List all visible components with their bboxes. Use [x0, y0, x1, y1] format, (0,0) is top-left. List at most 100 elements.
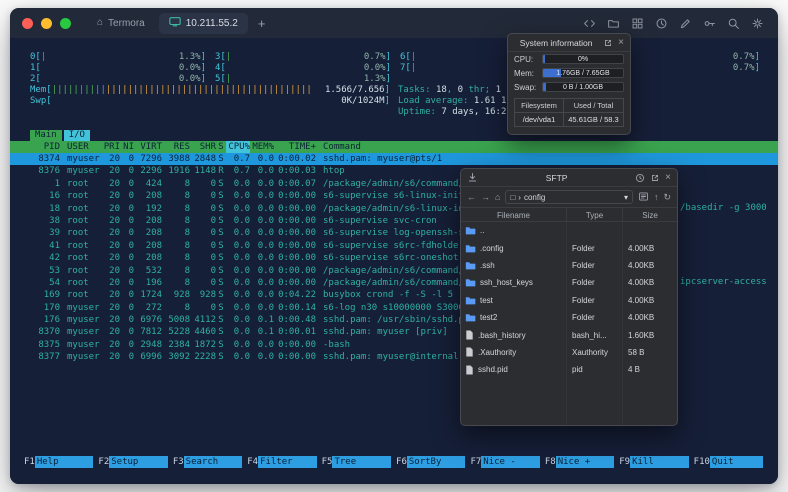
- column-header-ni[interactable]: NI: [120, 141, 134, 153]
- file-row[interactable]: test2Folder4.00KB: [461, 309, 677, 326]
- panel-title: System information: [514, 38, 598, 48]
- column-header-cpu[interactable]: CPU%: [226, 141, 250, 153]
- cell-time: 0:00.00: [274, 277, 316, 289]
- file-size-cell: 4.00KB: [623, 239, 677, 256]
- fkey-f8[interactable]: F8Nice +: [545, 456, 619, 468]
- home-icon[interactable]: ⌂: [495, 192, 500, 202]
- cell-user: myuser: [60, 339, 102, 351]
- cell-mem: 0.0: [250, 165, 274, 177]
- parent-directory-icon[interactable]: ↑: [654, 192, 659, 202]
- forward-icon[interactable]: →: [481, 192, 490, 202]
- close-icon[interactable]: ×: [618, 38, 624, 48]
- fkey-f6[interactable]: F6SortBy: [396, 456, 470, 468]
- grid-icon[interactable]: [631, 17, 644, 30]
- cell-cpu: 0.0: [226, 265, 250, 277]
- fkey-f9[interactable]: F9Kill: [619, 456, 693, 468]
- terminal-icon: [169, 16, 181, 30]
- cell-virt: 208: [134, 190, 162, 202]
- column-header-command[interactable]: Command: [316, 141, 778, 153]
- column-header-s[interactable]: S: [216, 141, 226, 153]
- folder-icon[interactable]: [607, 17, 620, 30]
- cell-s: S: [216, 215, 226, 227]
- file-row[interactable]: testFolder4.00KB: [461, 292, 677, 309]
- close-icon[interactable]: ×: [665, 173, 671, 183]
- cell-virt: 208: [134, 252, 162, 264]
- fkey-f2[interactable]: F2Setup: [98, 456, 172, 468]
- cell-user: root: [60, 203, 102, 215]
- file-row[interactable]: sshd.pidpid4 B: [461, 361, 677, 378]
- edit-icon[interactable]: [679, 17, 692, 30]
- zoom-window-button[interactable]: [60, 18, 71, 29]
- file-name-cell: test2: [461, 309, 567, 326]
- column-header-user[interactable]: USER: [60, 141, 102, 153]
- search-icon[interactable]: [727, 17, 740, 30]
- column-header-time[interactable]: TIME+: [274, 141, 316, 153]
- cell-s: S: [216, 289, 226, 301]
- refresh-icon[interactable]: ↻: [663, 192, 671, 203]
- cell-pid: 41: [26, 240, 60, 252]
- column-header-virt[interactable]: VIRT: [134, 141, 162, 153]
- fkey-f5[interactable]: F5Tree: [322, 456, 396, 468]
- panel-toggle-icon[interactable]: [638, 191, 649, 204]
- column-header-pri[interactable]: PRI: [102, 141, 120, 153]
- new-tab-button[interactable]: +: [252, 16, 272, 31]
- filesystem-row[interactable]: /dev/vda1 45.61GB / 58.3: [515, 113, 623, 126]
- fkey-f7[interactable]: F7Nice -: [470, 456, 544, 468]
- file-row[interactable]: .sshFolder4.00KB: [461, 257, 677, 274]
- file-row[interactable]: ..: [461, 222, 677, 239]
- process-table-header[interactable]: PIDUSERPRINIVIRTRESSHRSCPU%MEM%TIME+Comm…: [10, 141, 778, 153]
- system-information-panel: System information × CPU: 0% Mem: 1.76GB…: [507, 33, 631, 135]
- fkey-f4[interactable]: F4Filter: [247, 456, 321, 468]
- code-icon[interactable]: [583, 17, 596, 30]
- cell-mem: 0.0: [250, 252, 274, 264]
- history-icon[interactable]: [655, 17, 668, 30]
- cell-virt: 7812: [134, 326, 162, 338]
- filename-column-header[interactable]: Filename: [461, 208, 567, 221]
- swap-progress-text: 0 B / 1.00GB: [543, 83, 623, 91]
- meter-bar: |0.7%: [226, 52, 386, 62]
- fkey-action-label: SortBy: [407, 456, 466, 468]
- tab-termora-home[interactable]: ⌂ Termora: [87, 13, 155, 34]
- fkey-f3[interactable]: F3Search: [173, 456, 247, 468]
- settings-icon[interactable]: [751, 17, 764, 30]
- path-breadcrumb[interactable]: □ › config ▾: [505, 190, 633, 204]
- type-column-header[interactable]: Type: [567, 208, 623, 221]
- key-icon[interactable]: [703, 17, 716, 30]
- current-folder-segment: config: [524, 193, 545, 202]
- cell-virt: 6976: [134, 314, 162, 326]
- column-header-shr[interactable]: SHR: [190, 141, 216, 153]
- fkey-action-label: Setup: [109, 456, 168, 468]
- open-in-window-icon[interactable]: [650, 173, 660, 183]
- cell-ni: 0: [120, 190, 134, 202]
- file-row[interactable]: ssh_host_keysFolder4.00KB: [461, 274, 677, 291]
- cell-ni: 0: [120, 165, 134, 177]
- file-row[interactable]: .configFolder4.00KB: [461, 239, 677, 256]
- file-type-cell: Folder: [567, 257, 623, 274]
- download-icon[interactable]: [467, 172, 478, 183]
- filename-text: .bash_history: [478, 331, 526, 340]
- htop-screen-tab-main[interactable]: Main: [30, 130, 62, 141]
- column-header-mem[interactable]: MEM%: [250, 141, 274, 153]
- process-row[interactable]: 8374myuser200729639882848S0.70.00:00.02s…: [10, 153, 778, 165]
- cpu-0-meter: 0[|1.3%]: [30, 52, 206, 62]
- close-window-button[interactable]: [22, 18, 33, 29]
- cell-mem: 0.0: [250, 215, 274, 227]
- cell-ni: 0: [120, 240, 134, 252]
- back-icon[interactable]: ←: [467, 192, 476, 202]
- fkey-f10[interactable]: F10Quit: [694, 456, 768, 468]
- cell-shr: 2848: [190, 153, 216, 165]
- history-clock-icon[interactable]: [635, 173, 645, 183]
- file-row[interactable]: .bash_historybash_hi...1.60KB: [461, 326, 677, 343]
- cell-mem: 0.0: [250, 178, 274, 190]
- minimize-window-button[interactable]: [41, 18, 52, 29]
- column-header-pid[interactable]: PID: [26, 141, 60, 153]
- tab-ssh-session[interactable]: 10.211.55.2: [159, 13, 248, 34]
- fkey-f1[interactable]: F1Help: [24, 456, 98, 468]
- fkey-action-label: Quit: [710, 456, 763, 468]
- panel-titlebar: SFTP ×: [461, 169, 677, 187]
- file-row[interactable]: .XauthorityXauthority58 B: [461, 344, 677, 361]
- htop-screen-tab-io[interactable]: I/O: [64, 130, 90, 141]
- open-in-window-icon[interactable]: [603, 38, 613, 48]
- size-column-header[interactable]: Size: [623, 208, 677, 221]
- column-header-res[interactable]: RES: [162, 141, 190, 153]
